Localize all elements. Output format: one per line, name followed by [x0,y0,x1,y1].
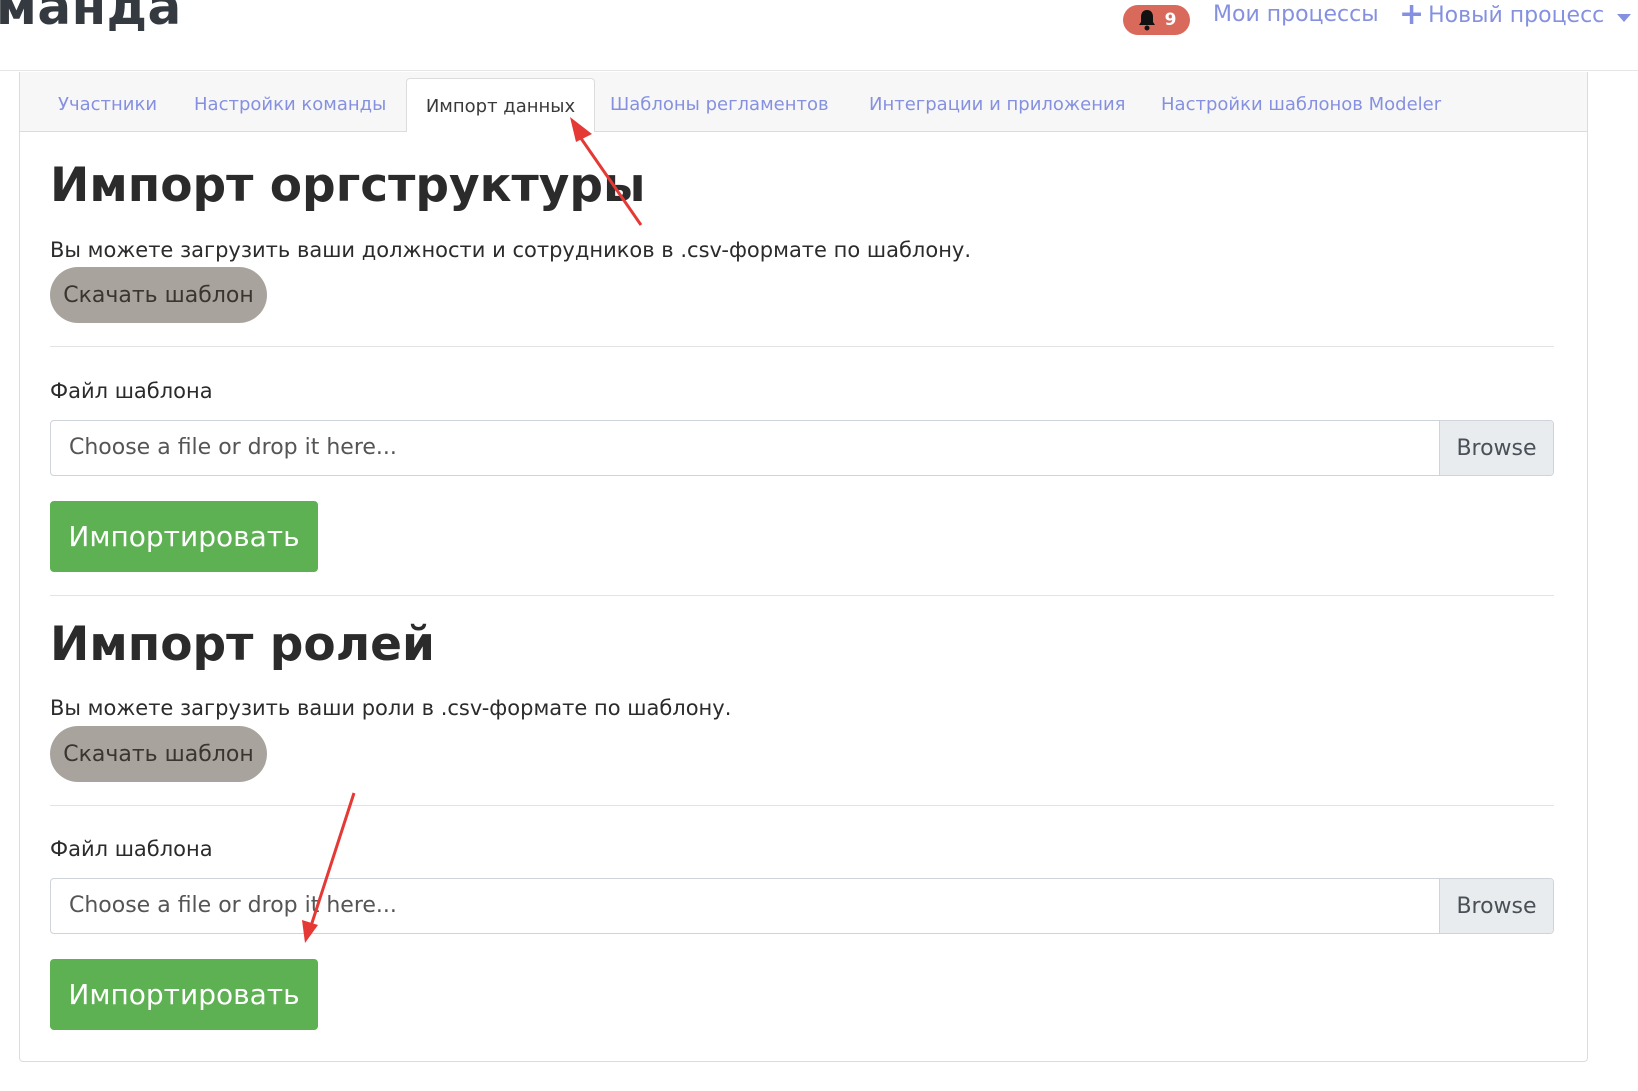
new-process-link[interactable]: + Новый процесс [1399,0,1605,32]
download-roles-template-button[interactable]: Скачать шаблон [50,726,267,782]
tab-data-import[interactable]: Импорт данных [406,78,595,132]
roles-file-input[interactable]: Choose a file or drop it here... Browse [50,878,1554,934]
orgstructure-title: Импорт оргструктуры [50,158,646,213]
page-title: манда [0,0,182,36]
file-input-placeholder: Choose a file or drop it here... [69,893,397,918]
top-navbar: манда 9 Мои процессы + Новый процесс [0,0,1638,71]
divider [50,346,1554,347]
tab-regulation-templates[interactable]: Шаблоны регламентов [610,94,829,115]
tab-bar: Участники Настройки команды Импорт данны… [20,72,1587,132]
divider [50,595,1554,596]
browse-button[interactable]: Browse [1439,421,1553,475]
new-process-label: Новый процесс [1428,2,1605,28]
orgstructure-file-label: Файл шаблона [50,379,213,403]
plus-icon: + [1399,0,1425,32]
tab-data-import-label: Импорт данных [425,96,576,117]
roles-title: Импорт ролей [50,617,435,672]
roles-description: Вы можете загрузить ваши роли в .csv-фор… [50,696,732,720]
notifications-badge[interactable]: 9 [1123,5,1190,35]
roles-file-label: Файл шаблона [50,837,213,861]
notifications-count: 9 [1164,10,1177,30]
tab-integrations[interactable]: Интеграции и приложения [869,94,1126,115]
import-roles-button[interactable]: Импортировать [50,959,318,1030]
tab-participants[interactable]: Участники [58,94,157,115]
bell-icon [1138,10,1155,31]
my-processes-link[interactable]: Мои процессы [1213,2,1379,27]
file-input-placeholder: Choose a file or drop it here... [69,435,397,460]
orgstructure-file-input[interactable]: Choose a file or drop it here... Browse [50,420,1554,476]
orgstructure-description: Вы можете загрузить ваши должности и сот… [50,238,972,262]
tab-team-settings[interactable]: Настройки команды [194,94,386,115]
browse-button[interactable]: Browse [1439,879,1553,933]
import-orgstructure-button[interactable]: Импортировать [50,501,318,572]
download-orgstructure-template-button[interactable]: Скачать шаблон [50,267,267,323]
chevron-down-icon[interactable] [1617,14,1631,22]
divider [50,805,1554,806]
tab-modeler-template-settings[interactable]: Настройки шаблонов Modeler [1161,94,1441,115]
